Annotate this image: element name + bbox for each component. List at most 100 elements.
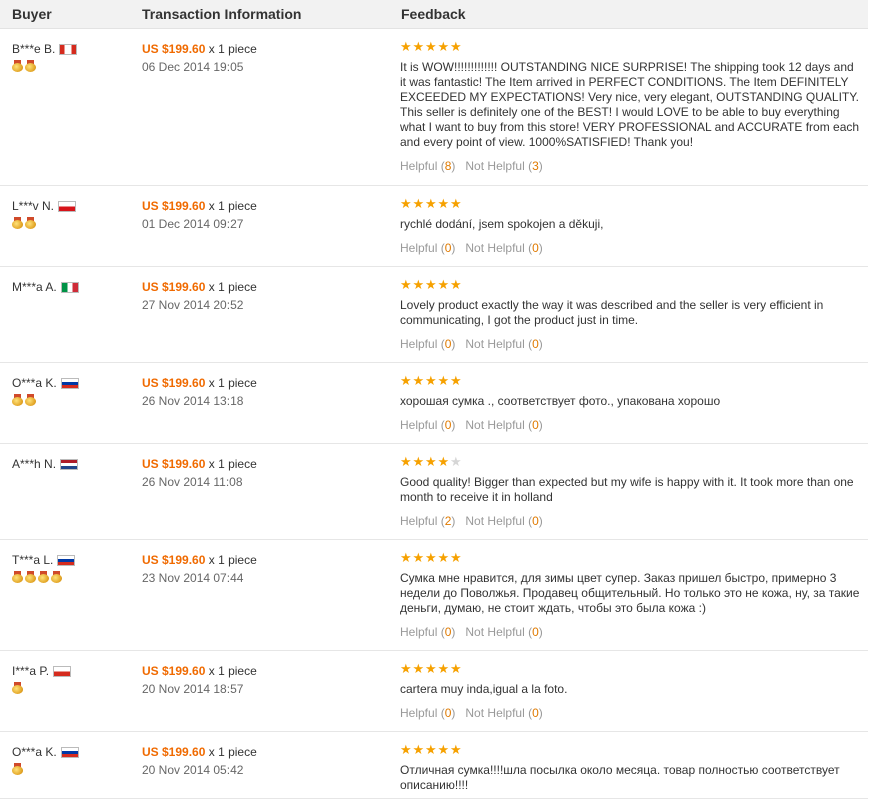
review-row: B***e B. US $199.60 x 1 piece 06 Dec 2014 … [0, 29, 868, 186]
star-icon: ★ [425, 373, 437, 388]
buyer-column-header: Buyer [12, 6, 52, 22]
star-icon: ★ [412, 196, 425, 211]
star-icon: ★ [450, 39, 462, 54]
star-icon: ★ [400, 373, 412, 388]
buyer-name: T***a L. [12, 553, 54, 567]
feedback-text: Сумка мне нравится, для зимы цвет супер.… [400, 571, 860, 615]
feedback-text: It is WOW!!!!!!!!!!!!! OUTSTANDING NICE … [400, 60, 860, 149]
country-flag-icon [59, 43, 78, 55]
not-helpful-link[interactable]: Not Helpful (0) [465, 337, 542, 351]
star-rating: ★ ★ ★ ★ ★ [400, 196, 860, 211]
quantity: x 1 piece [208, 199, 257, 213]
helpful-count: 2 [444, 514, 452, 528]
feedback-cell: ★ ★ ★ ★ ★ хорошая сумка ., соответствует фото… [400, 373, 860, 433]
helpful-link[interactable]: Helpful (0) [400, 418, 455, 432]
helpful-link[interactable]: Helpful (0) [400, 625, 455, 639]
helpfulness: Helpful (0) Not Helpful (0) [400, 240, 860, 256]
star-icon: ★ [425, 196, 437, 211]
feedback-cell: ★ ★ ★ ★ ★ It is WOW!!!!!!!!!!!!! OUTSTANDING … [400, 39, 860, 174]
price: US $199.60 [142, 280, 206, 294]
medal-icon [25, 60, 36, 72]
medal-icon [25, 394, 36, 406]
quantity: x 1 piece [208, 553, 257, 567]
not-helpful-link[interactable]: Not Helpful (0) [465, 514, 542, 528]
star-icon: ★ [425, 661, 437, 676]
helpful-link[interactable]: Helpful (2) [400, 514, 455, 528]
quantity: x 1 piece [208, 42, 257, 56]
not-helpful-count: 0 [532, 514, 539, 528]
star-icon: ★ [437, 196, 450, 211]
price: US $199.60 [142, 745, 206, 759]
star-icon: ★ [412, 39, 425, 54]
transaction-cell: US $199.60 x 1 piece 26 Nov 2014 11:08 [142, 456, 392, 490]
star-icon: ★ [400, 550, 412, 565]
review-row: O***a K. US $199.60 x 1 piece 26 Nov 2014 … [0, 363, 868, 444]
buyer-cell: B***e B. [12, 41, 132, 72]
quantity: x 1 piece [208, 664, 257, 678]
medal-icon [12, 763, 23, 775]
star-icon: ★ [400, 39, 412, 54]
helpful-link[interactable]: Helpful (0) [400, 337, 455, 351]
star-rating: ★ ★ ★ ★ ★ [400, 550, 860, 565]
feedback-cell: ★ ★ ★ ★ ★ cartera muy inda,igual a la foto. He… [400, 661, 860, 721]
order-date: 27 Nov 2014 20:52 [142, 298, 244, 312]
review-list: B***e B. US $199.60 x 1 piece 06 Dec 2014 … [0, 29, 868, 799]
star-icon: ★ [412, 742, 425, 757]
star-icon: ★ [425, 39, 437, 54]
helpful-link[interactable]: Helpful (0) [400, 706, 455, 720]
star-icon: ★ [425, 277, 437, 292]
review-row: M***a A. US $199.60 x 1 piece 27 Nov 2014 … [0, 267, 868, 363]
review-row: I***a P. US $199.60 x 1 piece 20 Nov 2014 … [0, 651, 868, 732]
buyer-name: O***a K. [12, 376, 57, 390]
not-helpful-link[interactable]: Not Helpful (0) [465, 625, 542, 639]
helpful-link[interactable]: Helpful (0) [400, 241, 455, 255]
feedback-cell: ★ ★ ★ ★ ★ Отличная сумка!!!!шла посылка около… [400, 742, 860, 793]
price: US $199.60 [142, 376, 206, 390]
medal-icon [12, 394, 23, 406]
feedback-table: Buyer Transaction Information Feedback B… [0, 0, 868, 799]
star-icon: ★ [425, 454, 437, 469]
transaction-cell: US $199.60 x 1 piece 20 Nov 2014 05:42 [142, 744, 392, 778]
buyer-cell: O***a K. [12, 744, 132, 775]
price: US $199.60 [142, 664, 206, 678]
helpfulness: Helpful (8) Not Helpful (3) [400, 158, 860, 174]
star-icon: ★ [450, 742, 462, 757]
star-icon: ★ [400, 196, 412, 211]
helpful-link[interactable]: Helpful (8) [400, 159, 455, 173]
medal-icon [12, 571, 23, 583]
table-header: Buyer Transaction Information Feedback [0, 0, 868, 29]
star-icon: ★ [412, 454, 425, 469]
quantity: x 1 piece [208, 280, 257, 294]
feedback-cell: ★ ★ ★ ★ ★ Сумка мне нравится, для зимы цвет с… [400, 550, 860, 640]
order-date: 20 Nov 2014 05:42 [142, 763, 244, 777]
star-icon: ★ [412, 277, 425, 292]
not-helpful-count: 3 [532, 159, 539, 173]
not-helpful-link[interactable]: Not Helpful (3) [465, 159, 542, 173]
buyer-cell: M***a A. [12, 279, 132, 298]
not-helpful-link[interactable]: Not Helpful (0) [465, 418, 542, 432]
transaction-column-header: Transaction Information [142, 6, 302, 22]
not-helpful-link[interactable]: Not Helpful (0) [465, 706, 542, 720]
transaction-cell: US $199.60 x 1 piece 01 Dec 2014 09:27 [142, 198, 392, 232]
country-flag-icon [53, 665, 72, 677]
helpfulness: Helpful (0) Not Helpful (0) [400, 417, 860, 433]
star-icon: ★ [437, 550, 450, 565]
helpful-count: 0 [444, 241, 452, 255]
star-icon: ★ [437, 373, 450, 388]
country-flag-icon [60, 746, 79, 758]
star-icon: ★ [400, 661, 412, 676]
not-helpful-count: 0 [532, 418, 539, 432]
helpful-count: 0 [444, 337, 452, 351]
quantity: x 1 piece [208, 457, 257, 471]
medal-icon [25, 571, 36, 583]
star-rating: ★ ★ ★ ★ ★ [400, 373, 860, 388]
star-rating: ★ ★ ★ ★ ★ [400, 454, 860, 469]
price: US $199.60 [142, 457, 206, 471]
feedback-text: cartera muy inda,igual a la foto. [400, 682, 568, 696]
helpfulness: Helpful (0) Not Helpful (0) [400, 336, 860, 352]
quantity: x 1 piece [208, 376, 257, 390]
not-helpful-link[interactable]: Not Helpful (0) [465, 241, 542, 255]
buyer-name: M***a A. [12, 280, 57, 294]
feedback-cell: ★ ★ ★ ★ ★ rychlé dodání, jsem spokojen a děku… [400, 196, 860, 256]
order-date: 23 Nov 2014 07:44 [142, 571, 244, 585]
